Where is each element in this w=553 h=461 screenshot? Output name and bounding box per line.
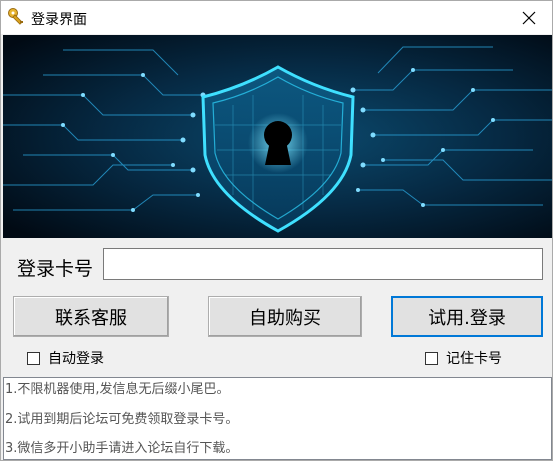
login-window: 登录界面 登录卡号 联系客服 自助购买 试用.登录 自动登录 记住卡号 1.不限… <box>0 0 553 461</box>
title-bar: 登录界面 <box>1 1 552 34</box>
card-number-label: 登录卡号 <box>17 258 94 280</box>
close-button[interactable] <box>506 1 552 34</box>
notice-line: 2.试用到期后论坛可免费领取登录卡号。 <box>5 412 239 427</box>
checkbox-box[interactable] <box>425 351 438 365</box>
banner-image <box>3 35 552 238</box>
keys-icon <box>7 7 27 27</box>
shield-keyhole-icon <box>3 35 552 238</box>
remember-card-checkbox[interactable]: 记住卡号 <box>425 348 502 368</box>
card-number-input[interactable] <box>103 248 543 280</box>
notice-box: 1.不限机器使用,发信息无后缀小尾巴。 2.试用到期后论坛可免费领取登录卡号。 … <box>3 377 552 460</box>
auto-login-checkbox[interactable]: 自动登录 <box>27 348 104 368</box>
contact-service-button[interactable]: 联系客服 <box>13 296 169 337</box>
window-title: 登录界面 <box>31 12 87 28</box>
auto-login-label: 自动登录 <box>48 351 104 367</box>
checkbox-box[interactable] <box>27 351 40 365</box>
trial-login-button[interactable]: 试用.登录 <box>391 296 543 337</box>
notice-line: 1.不限机器使用,发信息无后缀小尾巴。 <box>5 382 230 397</box>
notice-line: 3.微信多开小助手请进入论坛自行下载。 <box>5 441 239 456</box>
self-purchase-button[interactable]: 自助购买 <box>208 296 362 337</box>
remember-card-label: 记住卡号 <box>446 351 502 367</box>
close-icon <box>522 11 536 24</box>
